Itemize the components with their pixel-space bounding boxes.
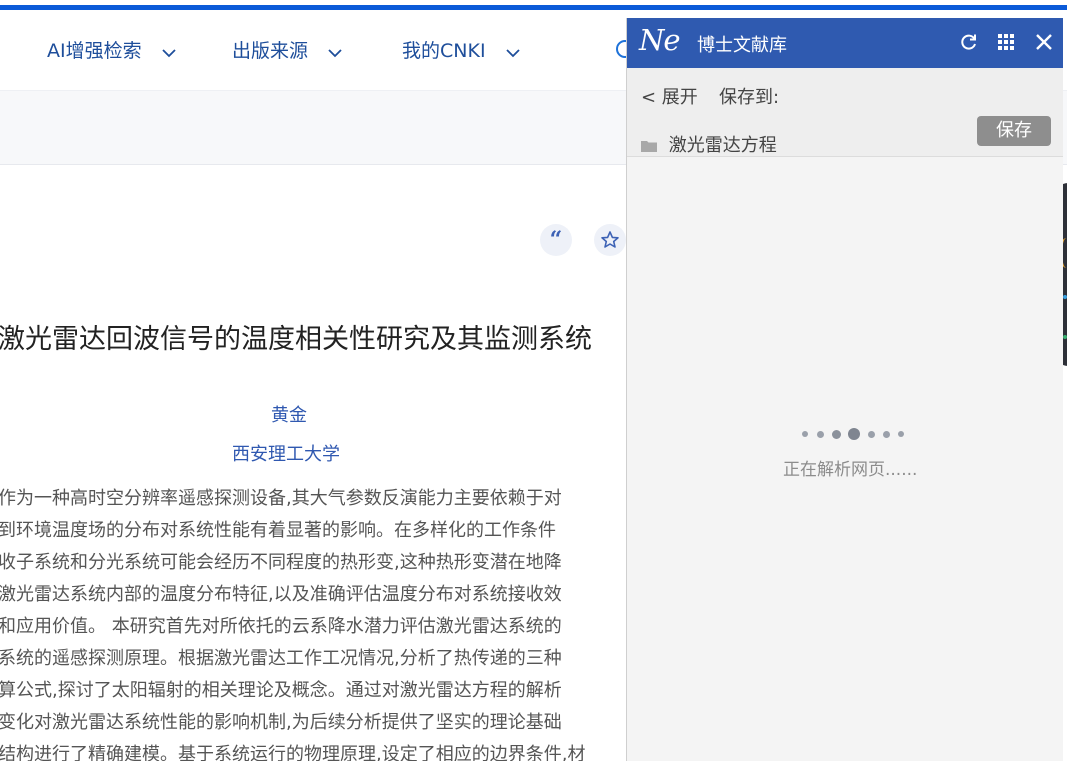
apps-grid-icon[interactable]: [995, 31, 1017, 53]
abstract-line: 结构进行了精确建模。基于系统运行的物理原理,设定了相应的边界条件,材: [0, 744, 586, 761]
abstract-line: 变化对激光雷达系统性能的影响机制,为后续分析提供了坚实的理论基础: [0, 712, 562, 733]
loading-text: 正在解析网页......: [783, 460, 918, 480]
article-content: “ 激光雷达回波信号的温度相关性研究及其监测系统 黄金 西安理工大学 作为一种高…: [0, 165, 630, 761]
chevron-down-icon: [505, 41, 520, 63]
abstract-line: 算公式,探讨了太阳辐射的相关理论及概念。通过对激光雷达方程的解析: [0, 680, 562, 701]
nav-my-cnki[interactable]: 我的CNKI: [402, 36, 520, 63]
plugin-header: Ne 博士文献库: [627, 18, 1063, 68]
plugin-title: 博士文献库: [697, 35, 787, 56]
star-icon[interactable]: [594, 224, 626, 256]
paper-title: 激光雷达回波信号的温度相关性研究及其监测系统: [0, 324, 592, 355]
save-to-label: 保存到:: [719, 87, 780, 108]
nav-my-cnki-label: 我的CNKI: [402, 40, 486, 62]
chevron-down-icon: [328, 41, 342, 63]
folder-icon: [641, 136, 657, 157]
save-button[interactable]: 保存: [977, 116, 1051, 146]
expand-button[interactable]: < 展开: [641, 83, 698, 109]
plugin-body: 正在解析网页......: [627, 157, 1063, 761]
abstract-line: 系统的遥感探测原理。根据激光雷达工作工况情况,分析了热传递的三种: [0, 648, 562, 669]
abstract-line: 和应用价值。 本研究首先对所依托的云系降水潜力评估激光雷达系统的: [0, 616, 562, 637]
author-link[interactable]: 黄金: [271, 401, 307, 427]
loading-spinner: [802, 427, 912, 441]
plugin-panel: Ne 博士文献库 < 展开 保存到: 保存 激光雷达方程 正在解析网页.....…: [626, 18, 1063, 761]
nav-ai-search[interactable]: AI增强检索: [47, 36, 176, 63]
close-icon[interactable]: [1033, 31, 1055, 53]
plugin-logo: Ne: [639, 23, 681, 57]
abstract-line: 到环境温度场的分布对系统性能有着显著的影响。在多样化的工作条件: [0, 520, 556, 541]
widget-dot-icon: [1063, 295, 1067, 299]
abstract-line: 激光雷达系统内部的温度分布特征,以及准确评估温度分布对系统接收效: [0, 584, 562, 605]
abstract-line: 收子系统和分光系统可能会经历不同程度的热形变,这种热形变潜在地降: [0, 552, 562, 573]
widget-dot-icon: [1063, 335, 1067, 339]
folder-name: 激光雷达方程: [668, 135, 777, 156]
affiliation-link[interactable]: 西安理工大学: [232, 440, 340, 466]
nav-publication-source[interactable]: 出版来源: [232, 36, 342, 63]
abstract: 作为一种高时空分辨率遥感探测设备,其大气参数反演能力主要依赖于对 到环境温度场的…: [0, 483, 630, 761]
nav-publication-source-label: 出版来源: [232, 40, 309, 62]
quote-icon[interactable]: “: [540, 224, 572, 256]
refresh-icon[interactable]: [958, 31, 980, 53]
abstract-line: 作为一种高时空分辨率遥感探测设备,其大气参数反演能力主要依赖于对: [0, 488, 562, 509]
chevron-down-icon: [162, 41, 176, 63]
plugin-toolbar: < 展开 保存到: 保存 激光雷达方程: [627, 68, 1063, 157]
folder-selector[interactable]: 激光雷达方程: [641, 131, 777, 157]
nav-ai-search-label: AI增强检索: [47, 40, 142, 62]
